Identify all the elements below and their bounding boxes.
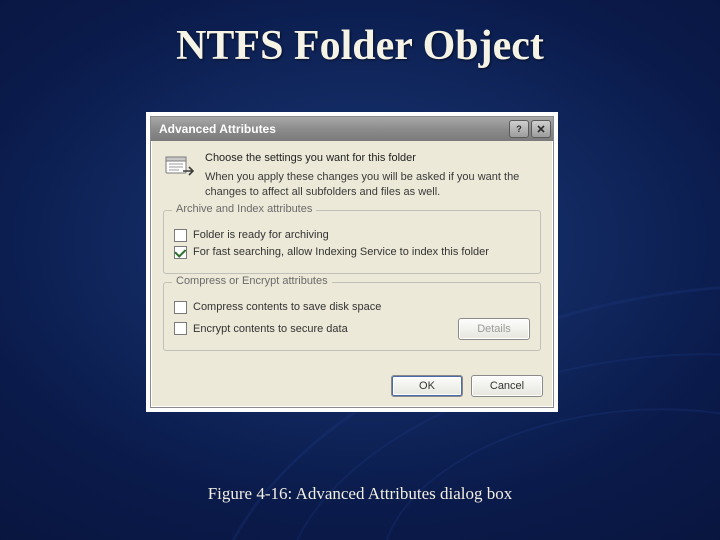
index-label: For fast searching, allow Indexing Servi… bbox=[193, 246, 489, 258]
ok-button[interactable]: OK bbox=[391, 375, 463, 397]
figure-caption: Figure 4-16: Advanced Attributes dialog … bbox=[0, 484, 720, 504]
cancel-button[interactable]: Cancel bbox=[471, 375, 543, 397]
archive-index-group: Archive and Index attributes Folder is r… bbox=[163, 210, 541, 274]
slide-title: NTFS Folder Object bbox=[0, 22, 720, 70]
group-title: Archive and Index attributes bbox=[172, 203, 316, 215]
encrypt-label: Encrypt contents to secure data bbox=[193, 323, 348, 335]
index-checkbox[interactable] bbox=[174, 246, 187, 259]
dialog-titlebar: Advanced Attributes ? bbox=[151, 117, 553, 141]
intro-headline: Choose the settings you want for this fo… bbox=[205, 151, 541, 166]
compress-label: Compress contents to save disk space bbox=[193, 301, 381, 313]
svg-text:?: ? bbox=[516, 124, 522, 134]
archive-label: Folder is ready for archiving bbox=[193, 229, 329, 241]
compress-checkbox[interactable] bbox=[174, 301, 187, 314]
close-button[interactable] bbox=[531, 120, 551, 138]
group-title: Compress or Encrypt attributes bbox=[172, 275, 332, 287]
close-icon bbox=[536, 124, 546, 134]
compress-encrypt-group: Compress or Encrypt attributes Compress … bbox=[163, 282, 541, 351]
intro-note: When you apply these changes you will be… bbox=[205, 170, 541, 200]
encrypt-checkbox[interactable] bbox=[174, 322, 187, 335]
advanced-attributes-dialog: Advanced Attributes ? bbox=[150, 116, 554, 408]
dialog-title: Advanced Attributes bbox=[159, 122, 276, 136]
details-button[interactable]: Details bbox=[458, 318, 530, 340]
dialog-screenshot: Advanced Attributes ? bbox=[146, 112, 558, 412]
archive-checkbox[interactable] bbox=[174, 229, 187, 242]
help-button[interactable]: ? bbox=[509, 120, 529, 138]
folder-settings-icon bbox=[163, 151, 195, 183]
help-icon: ? bbox=[514, 124, 524, 134]
